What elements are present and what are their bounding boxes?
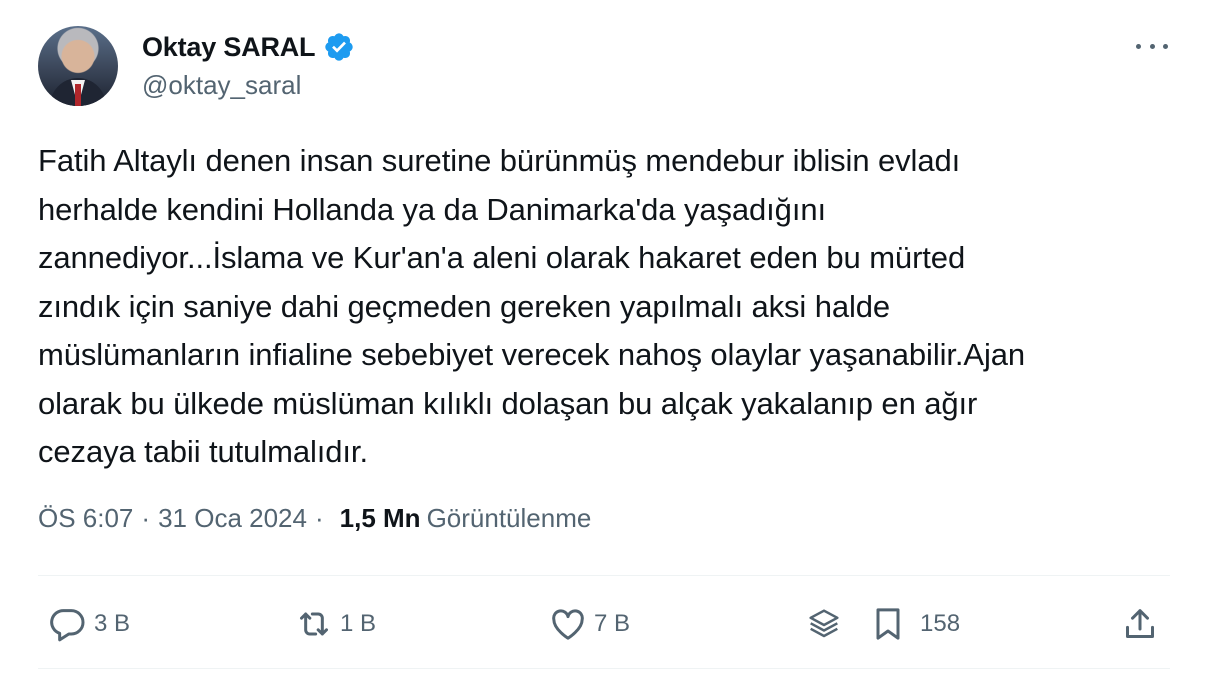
meta-separator: · <box>314 503 324 533</box>
bookmark-button[interactable]: 158 <box>868 592 960 656</box>
share-button[interactable] <box>1120 592 1160 656</box>
tweet-meta: ÖS 6:07 · 31 Oca 2024 · 1,5 Mn Görüntüle… <box>38 503 591 534</box>
retweet-icon <box>300 612 328 636</box>
more-options-icon[interactable] <box>1136 36 1168 56</box>
divider-bottom <box>38 668 1170 669</box>
layers-icon <box>809 609 839 638</box>
heart-icon <box>552 609 584 640</box>
avatar[interactable] <box>38 26 118 106</box>
tweet-date[interactable]: 31 Oca 2024 <box>158 503 307 534</box>
author-name[interactable]: Oktay SARAL <box>142 32 316 63</box>
grok-button[interactable] <box>804 592 844 656</box>
tweet-time[interactable]: ÖS 6:07 <box>38 503 133 534</box>
bookmark-count: 158 <box>920 610 961 637</box>
reply-button[interactable]: 3 B <box>48 592 130 656</box>
reply-count: 3 B <box>94 610 131 637</box>
bookmark-icon <box>876 608 900 640</box>
views-count: 1,5 Mn <box>339 503 421 533</box>
author-name-row: Oktay SARAL <box>142 30 355 64</box>
reply-icon <box>50 609 85 642</box>
retweet-count: 1 B <box>340 610 377 637</box>
like-button[interactable]: 7 B <box>548 592 630 656</box>
retweet-button[interactable]: 1 B <box>294 592 376 656</box>
author-handle[interactable]: @oktay_saral <box>142 70 301 101</box>
like-count: 7 B <box>594 610 631 637</box>
divider-top <box>38 575 1170 576</box>
tweet-text: Fatih Altaylı denen insan suretine bürün… <box>38 143 1026 469</box>
tweet-card: Oktay SARAL @oktay_saral Fatih Altaylı d… <box>0 0 1212 686</box>
meta-separator: · <box>141 503 151 533</box>
action-bar: 3 B 1 B 7 B 158 <box>38 592 1170 656</box>
share-icon <box>1126 609 1154 638</box>
views-label: Görüntülenme <box>426 503 592 533</box>
verified-badge-icon <box>325 33 354 61</box>
avatar-tie <box>75 84 81 106</box>
